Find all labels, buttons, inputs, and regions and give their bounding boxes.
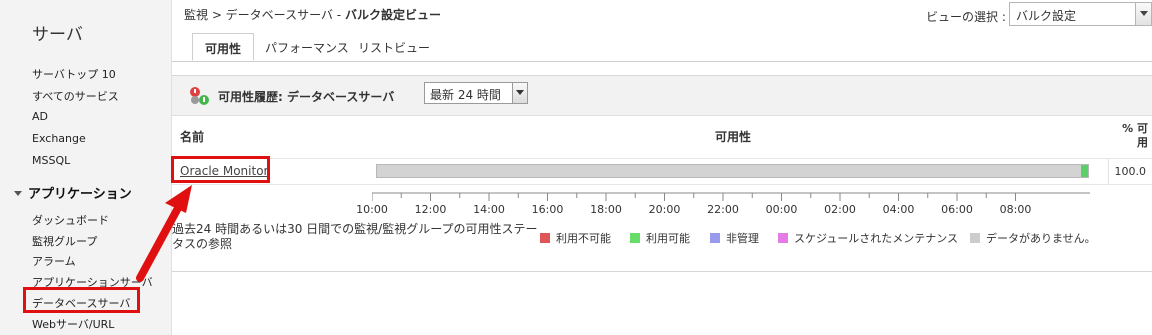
breadcrumb-path[interactable]: 監視 > データベースサーバ - <box>184 8 345 22</box>
chevron-down-icon[interactable] <box>512 83 527 103</box>
sidebar-item-dashboard[interactable]: ダッシュボード <box>32 212 109 228</box>
sidebar-item-alarms[interactable]: アラーム <box>32 253 76 269</box>
row-divider <box>172 158 1152 159</box>
view-select[interactable]: バルク設定 <box>1009 2 1152 26</box>
timeline-axis <box>372 192 1090 201</box>
legend-label: 利用不可能 <box>556 232 611 245</box>
caret-down-icon <box>14 191 22 196</box>
column-separator <box>1108 158 1109 184</box>
highlight-box-sidebar <box>23 287 140 313</box>
column-header-name: 名前 <box>180 130 205 144</box>
legend-label: 非管理 <box>726 232 759 245</box>
legend-swatch <box>710 233 720 243</box>
timeline-tick-label: 10:00 <box>356 203 388 216</box>
availability-history-icon <box>190 87 209 105</box>
legend-no-data: データがありません。 <box>970 230 1096 246</box>
panel-title: 可用性履歴: データベースサーバ <box>218 90 395 104</box>
column-header-percent: % 可用 <box>1122 122 1148 149</box>
sidebar-item-web-servers[interactable]: Webサーバ/URL <box>32 316 114 332</box>
legend-label: スケジュールされたメンテナンス <box>794 232 959 245</box>
timeline-tick-label: 08:00 <box>999 203 1032 216</box>
timeline-tick-label: 20:00 <box>648 203 681 216</box>
legend-swatch <box>970 233 980 243</box>
sidebar-section-applications[interactable]: アプリケーション <box>14 183 132 202</box>
availability-footnote: 過去24 時間あるいは30 日間での監視/監視グループの可用性ステータスの参照 <box>172 222 538 251</box>
time-range-select[interactable]: 最新 24 時間 <box>424 82 528 104</box>
tab-availability[interactable]: 可用性 <box>192 33 254 61</box>
timeline-tick-label: 18:00 <box>590 203 622 216</box>
sidebar-item-server-top10[interactable]: サーバトップ 10 <box>32 66 116 82</box>
sidebar-section-label: アプリケーション <box>28 187 132 202</box>
sidebar-item-monitor-groups[interactable]: 監視グループ <box>32 233 97 249</box>
view-select-label: ビューの選択 : <box>926 10 1006 24</box>
tab-performance[interactable]: パフォーマンス <box>265 33 349 61</box>
timeline-tick-label: 00:00 <box>765 203 798 216</box>
legend-swatch <box>778 233 788 243</box>
row-divider <box>172 184 1152 185</box>
chevron-down-icon[interactable] <box>1135 3 1151 25</box>
legend-maintenance: スケジュールされたメンテナンス <box>778 230 958 246</box>
view-select-value: バルク設定 <box>1016 9 1077 23</box>
breadcrumb: 監視 > データベースサーバ - バルク設定ビュー <box>184 6 441 23</box>
timeline-tick-label: 12:00 <box>414 203 447 216</box>
legend-label: データがありません。 <box>986 232 1096 245</box>
tab-divider <box>172 61 1152 62</box>
availability-bar[interactable] <box>376 164 1089 178</box>
sidebar-title: サーバ <box>32 25 83 45</box>
tab-list-view[interactable]: リストビュー <box>358 33 430 61</box>
legend-swatch <box>630 233 640 243</box>
timeline-tick-label: 06:00 <box>941 203 973 216</box>
highlight-box-monitor <box>171 156 270 183</box>
legend-swatch <box>540 233 550 243</box>
column-header-availability: 可用性 <box>715 130 752 144</box>
availability-percent: 100.0 <box>1114 165 1147 178</box>
breadcrumb-current: バルク設定ビュー <box>344 8 441 22</box>
timeline-tick-label: 02:00 <box>824 203 856 216</box>
sidebar-item-mssql[interactable]: MSSQL <box>32 154 70 167</box>
timeline-tick-label: 22:00 <box>707 203 739 216</box>
sidebar-item-exchange[interactable]: Exchange <box>32 132 86 145</box>
legend-unmanaged: 非管理 <box>710 230 759 246</box>
timeline-tick-label: 14:00 <box>473 203 505 216</box>
timeline-tick-label: 04:00 <box>882 203 915 216</box>
legend-label: 利用可能 <box>646 232 690 245</box>
sidebar: サーバ サーバトップ 10 すべてのサービス AD Exchange MSSQL… <box>0 0 172 335</box>
time-range-value: 最新 24 時間 <box>430 88 501 102</box>
availability-panel: 可用性履歴: データベースサーバ 最新 24 時間 名前 可用性 % 可用 Or… <box>172 75 1152 272</box>
availability-bar-fill <box>1081 165 1088 177</box>
legend-available: 利用可能 <box>630 230 690 246</box>
timeline-tick-label: 16:00 <box>531 203 564 216</box>
legend-unavailable: 利用不可能 <box>540 230 611 246</box>
sidebar-item-ad[interactable]: AD <box>32 110 48 123</box>
sidebar-item-all-services[interactable]: すべてのサービス <box>32 88 119 104</box>
panel-header: 可用性履歴: データベースサーバ 最新 24 時間 <box>172 76 1152 116</box>
